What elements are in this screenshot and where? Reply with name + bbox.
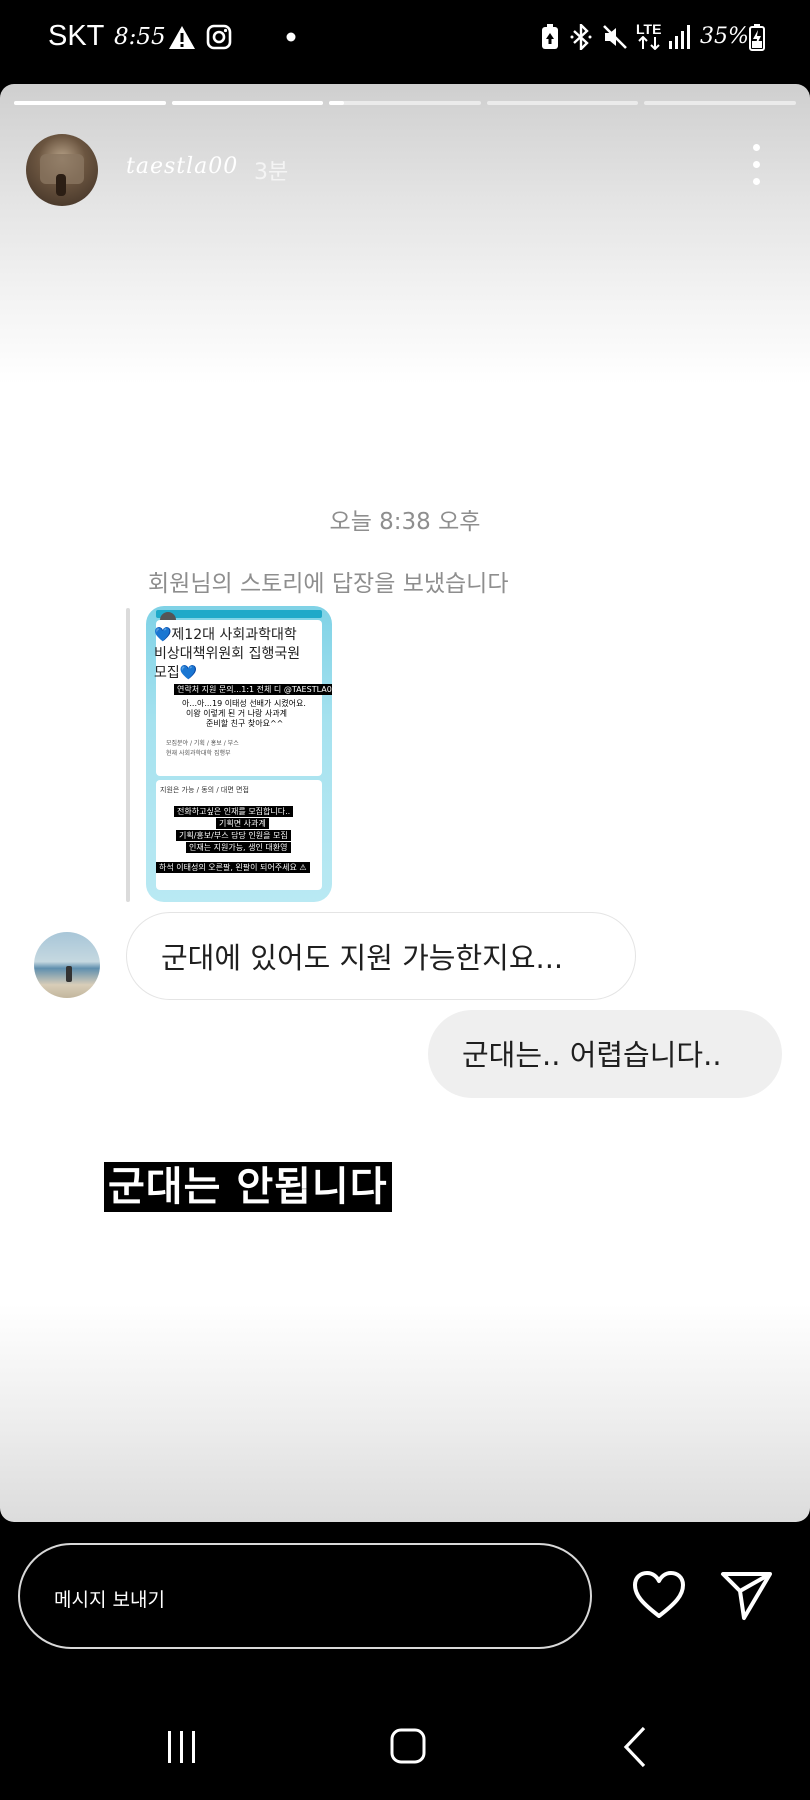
thumbnail-tag-line: 연락처 지원 문의...1:1 전체 디 @TAESTLA00 — [174, 684, 332, 695]
battery-charging-icon — [749, 24, 765, 51]
story-author-avatar[interactable] — [26, 134, 98, 206]
carrier-label: SKT — [48, 20, 105, 52]
outgoing-message[interactable]: 군대는.. 어렵습니다.. — [428, 1010, 782, 1098]
signal-icon — [669, 25, 690, 49]
notification-dot-icon — [286, 32, 296, 42]
story-username[interactable]: taestla00 — [126, 154, 238, 179]
message-input[interactable]: 메시지 보내기 — [18, 1543, 592, 1649]
story-progress-segment — [329, 101, 481, 105]
thumbnail-line: 모집분야 / 기획 / 홍보 / 부스 — [166, 740, 239, 747]
thumbnail-line: 이왕 이렇게 된 거 나랑 사과계 — [186, 709, 288, 718]
battery-percent: 35% — [700, 24, 749, 49]
lte-indicator: LTE — [636, 22, 664, 50]
sender-avatar[interactable] — [34, 932, 100, 998]
replied-story-thumbnail[interactable]: 💙제12대 사회과학대학 비상대책위원회 집행국원 모집💙 연락처 지원 문의.… — [146, 606, 332, 902]
story-posted-time: 3분 — [254, 160, 289, 185]
message-input-placeholder: 메시지 보내기 — [54, 1589, 165, 1611]
story-viewer[interactable]: taestla00 3분 오늘 8:38 오후 회원님의 스토리에 답장을 보냈… — [0, 84, 810, 1522]
thumbnail-line: 아...아...19 이태성 선배가 시켰어요. — [182, 699, 306, 708]
thumbnail-title: 💙제12대 사회과학대학 비상대책위원회 집행국원 모집💙 — [154, 627, 301, 681]
incoming-message[interactable]: 군대에 있어도 지원 가능한지요... — [126, 912, 636, 1000]
thumbnail-line: 지원은 가능 / 동의 / 대면 면접 — [160, 786, 249, 794]
clock: 8:55 — [114, 24, 166, 50]
thumbnail-line: 준비할 친구 찾아요^^ — [206, 719, 284, 728]
story-caption: 군대는 안됩니다 — [104, 1162, 392, 1212]
conversation-timestamp: 오늘 8:38 오후 — [329, 509, 481, 535]
thumbnail-tag-line: 인재는 지원가능, 생인 대환영 — [186, 842, 291, 853]
status-bar: SKT 8:55 LTE 35% — [0, 0, 810, 80]
instagram-icon — [206, 24, 232, 50]
more-vertical-icon[interactable] — [748, 142, 766, 188]
reply-quote-bar — [126, 608, 130, 902]
mute-icon — [603, 25, 627, 49]
thumbnail-tag-line: 하석 이태성의 오른팔, 왼팔이 되어주세요 ⚠ — [156, 862, 310, 873]
heart-icon[interactable] — [632, 1570, 686, 1620]
story-progress-segment — [14, 101, 166, 105]
data-arrows-icon — [638, 36, 660, 50]
system-navigation-bar — [0, 1700, 810, 1800]
battery-saver-icon — [542, 24, 558, 49]
thumbnail-tag-line: 기획면 사과계 — [216, 818, 269, 829]
thumbnail-line: 현재 사회과학대학 집행부 — [166, 750, 231, 757]
story-reply-note: 회원님의 스토리에 답장을 보냈습니다 — [148, 571, 509, 597]
lte-label: LTE — [636, 21, 662, 37]
thumbnail-tag-line: 기획/홍보/부스 담당 인원을 모집 — [176, 830, 291, 841]
warning-icon — [169, 26, 195, 49]
bluetooth-icon — [570, 24, 592, 50]
story-header: taestla00 3분 — [0, 124, 810, 206]
story-progress-segment — [486, 101, 639, 105]
story-progress-segment — [171, 101, 324, 105]
back-icon[interactable] — [622, 1726, 648, 1768]
home-icon[interactable] — [390, 1728, 426, 1764]
story-progress-segment — [644, 101, 796, 105]
recent-apps-icon[interactable] — [164, 1730, 200, 1764]
send-icon[interactable] — [720, 1568, 774, 1622]
thumbnail-tag-line: 전화하고싶은 인재를 모집합니다.. — [174, 806, 294, 817]
